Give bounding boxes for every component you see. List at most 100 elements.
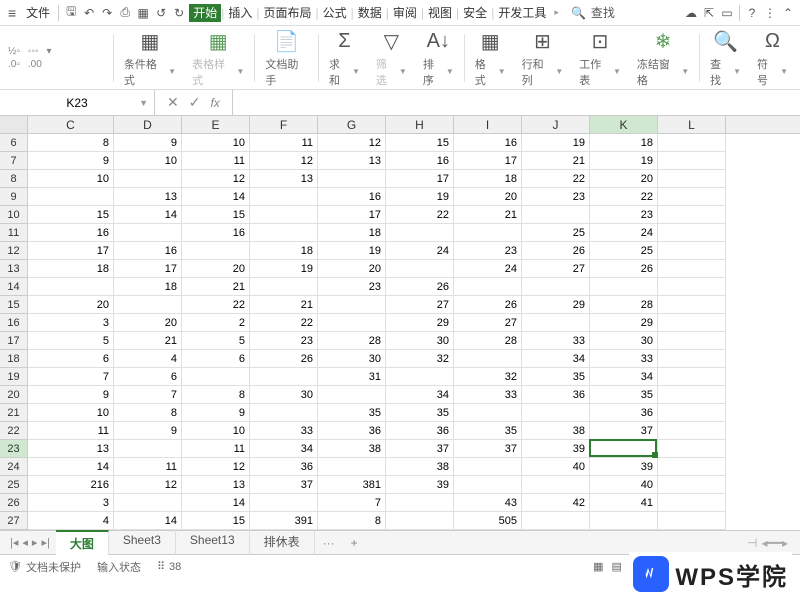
cell[interactable]: 8 xyxy=(114,404,182,422)
row-header-18[interactable]: 18 xyxy=(0,350,28,368)
cell[interactable]: 41 xyxy=(590,494,658,512)
cell[interactable]: 5 xyxy=(28,332,114,350)
cell[interactable]: 26 xyxy=(386,278,454,296)
menu-tab-3[interactable]: 公式 xyxy=(319,4,351,22)
search-icon[interactable]: 🔍 xyxy=(571,5,587,21)
cell[interactable]: 36 xyxy=(386,422,454,440)
print-icon[interactable]: ⎙ xyxy=(117,5,133,21)
cell[interactable]: 7 xyxy=(114,386,182,404)
cell[interactable] xyxy=(658,512,726,530)
cell[interactable] xyxy=(114,170,182,188)
cell[interactable]: 18 xyxy=(250,242,318,260)
row-header-9[interactable]: 9 xyxy=(0,188,28,206)
cell[interactable] xyxy=(658,422,726,440)
cell[interactable]: 12 xyxy=(318,134,386,152)
cell[interactable] xyxy=(522,476,590,494)
cell[interactable]: 17 xyxy=(28,242,114,260)
cell[interactable]: 12 xyxy=(182,458,250,476)
cell[interactable]: 34 xyxy=(522,350,590,368)
cell[interactable]: 28 xyxy=(590,296,658,314)
cell[interactable]: 36 xyxy=(522,386,590,404)
cell[interactable]: 15 xyxy=(386,134,454,152)
menu-tab-5[interactable]: 审阅 xyxy=(389,4,421,22)
cell[interactable]: 38 xyxy=(386,458,454,476)
cell[interactable]: 35 xyxy=(454,422,522,440)
preview-icon[interactable]: ▦ xyxy=(135,5,151,21)
cell[interactable]: 381 xyxy=(318,476,386,494)
col-header-F[interactable]: F xyxy=(250,116,318,133)
cell[interactable]: 34 xyxy=(386,386,454,404)
more-icon[interactable]: ⋮ xyxy=(762,5,778,21)
cell[interactable]: 35 xyxy=(590,386,658,404)
cell[interactable]: 13 xyxy=(182,476,250,494)
cell[interactable] xyxy=(318,296,386,314)
tab-first-icon[interactable]: |◂ xyxy=(10,536,18,549)
cell[interactable]: 22 xyxy=(386,206,454,224)
sort-button[interactable]: A↓ 排序▼ xyxy=(415,26,462,89)
cell[interactable] xyxy=(658,386,726,404)
cell[interactable]: 5 xyxy=(182,332,250,350)
cell[interactable] xyxy=(522,314,590,332)
format-button[interactable]: ▦ 格式▼ xyxy=(467,26,514,89)
sheet-tab-2[interactable]: Sheet13 xyxy=(176,530,250,555)
cell[interactable]: 16 xyxy=(386,152,454,170)
cell[interactable]: 10 xyxy=(182,422,250,440)
cell[interactable]: 30 xyxy=(318,350,386,368)
save-icon[interactable]: 🖫 xyxy=(63,5,79,21)
find-button[interactable]: 🔍 查找▼ xyxy=(702,26,749,89)
cell[interactable]: 16 xyxy=(114,242,182,260)
cell[interactable]: 18 xyxy=(318,224,386,242)
cell[interactable] xyxy=(250,368,318,386)
cell[interactable]: 33 xyxy=(454,386,522,404)
row-header-19[interactable]: 19 xyxy=(0,368,28,386)
cell[interactable] xyxy=(658,368,726,386)
cell[interactable]: 19 xyxy=(386,188,454,206)
cell[interactable]: 24 xyxy=(590,224,658,242)
cell[interactable]: 11 xyxy=(28,422,114,440)
cell[interactable]: 15 xyxy=(182,206,250,224)
cell[interactable]: 37 xyxy=(454,440,522,458)
cell[interactable] xyxy=(454,350,522,368)
cell[interactable]: 25 xyxy=(522,224,590,242)
cell[interactable]: 33 xyxy=(250,422,318,440)
cell[interactable]: 21 xyxy=(522,152,590,170)
cell[interactable] xyxy=(658,404,726,422)
cell[interactable] xyxy=(250,224,318,242)
box-icon[interactable]: ▭ xyxy=(719,5,735,21)
cell[interactable]: 9 xyxy=(114,134,182,152)
cell[interactable]: 27 xyxy=(454,314,522,332)
cell[interactable] xyxy=(658,494,726,512)
col-header-C[interactable]: C xyxy=(28,116,114,133)
row-header-20[interactable]: 20 xyxy=(0,386,28,404)
cell[interactable]: 14 xyxy=(114,206,182,224)
row-header-17[interactable]: 17 xyxy=(0,332,28,350)
cell[interactable]: 19 xyxy=(590,152,658,170)
cell[interactable]: 19 xyxy=(522,134,590,152)
cell[interactable] xyxy=(114,494,182,512)
row-header-11[interactable]: 11 xyxy=(0,224,28,242)
row-header-8[interactable]: 8 xyxy=(0,170,28,188)
cell[interactable]: 10 xyxy=(28,170,114,188)
cell[interactable] xyxy=(454,404,522,422)
cell[interactable]: 6 xyxy=(182,350,250,368)
cell[interactable]: 17 xyxy=(318,206,386,224)
cell[interactable]: 9 xyxy=(28,152,114,170)
cell[interactable]: 18 xyxy=(590,134,658,152)
cell[interactable] xyxy=(318,170,386,188)
cell[interactable]: 32 xyxy=(454,368,522,386)
tab-add-button[interactable]: + xyxy=(343,536,366,550)
row-header-26[interactable]: 26 xyxy=(0,494,28,512)
cell[interactable] xyxy=(658,170,726,188)
row-header-13[interactable]: 13 xyxy=(0,260,28,278)
cell[interactable]: 21 xyxy=(454,206,522,224)
cell[interactable]: 18 xyxy=(454,170,522,188)
cell[interactable]: 35 xyxy=(318,404,386,422)
tab-prev-icon[interactable]: ◂ xyxy=(22,536,28,549)
cell[interactable]: 40 xyxy=(590,476,658,494)
cell[interactable]: 33 xyxy=(590,350,658,368)
cell[interactable] xyxy=(318,386,386,404)
cell[interactable]: 19 xyxy=(318,242,386,260)
worksheet-button[interactable]: ⊡ 工作表▼ xyxy=(571,26,629,89)
cell[interactable]: 39 xyxy=(522,440,590,458)
row-header-15[interactable]: 15 xyxy=(0,296,28,314)
